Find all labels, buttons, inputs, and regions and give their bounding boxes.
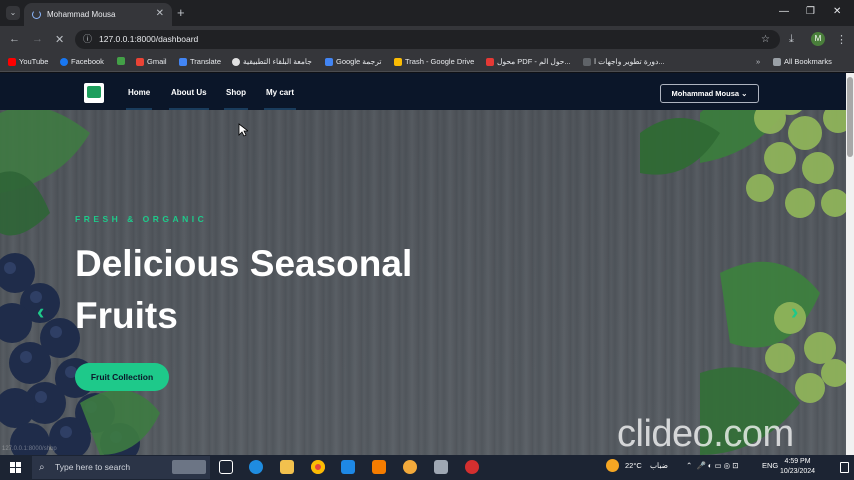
bookmark-item[interactable]: Google ترجمة	[325, 57, 382, 66]
bookmark-item[interactable]: YouTube	[8, 57, 48, 66]
facebook-icon	[60, 57, 68, 66]
task-view-icon[interactable]	[219, 460, 233, 474]
new-tab-icon[interactable]: +	[177, 5, 185, 20]
file-explorer-icon[interactable]	[280, 460, 294, 474]
nav-about-us[interactable]: About Us	[169, 88, 209, 110]
course-icon	[583, 57, 591, 66]
bookmark-item[interactable]: دورة تطوير واجهات ا...	[583, 57, 665, 66]
notifications-icon[interactable]	[840, 462, 849, 473]
vscode-icon[interactable]	[341, 460, 355, 474]
university-icon	[232, 57, 240, 66]
close-window-icon[interactable]: ✕	[833, 6, 841, 17]
tray-icons[interactable]: ⌃ 🎤 ◐ ▭ ◎ ⊡	[686, 461, 739, 470]
translate-icon	[179, 57, 187, 66]
bookmark-item[interactable]: محول PDF - حول الم...	[486, 57, 571, 66]
url-text: 127.0.0.1:8000/dashboard	[99, 34, 199, 44]
clock-time: 4:59 PM	[784, 458, 811, 465]
app-window-icon[interactable]	[434, 460, 448, 474]
search-icon: ⌕	[39, 462, 45, 473]
folder-icon	[773, 57, 781, 66]
edge-icon[interactable]	[249, 460, 263, 474]
minimize-icon[interactable]: —	[779, 6, 789, 17]
close-tab-icon[interactable]: ✕	[156, 8, 164, 19]
bookmark-star-icon[interactable]: ☆	[761, 30, 770, 49]
loading-icon	[32, 10, 41, 19]
google-drive-icon	[394, 57, 402, 66]
mouse-cursor-icon	[238, 123, 248, 137]
user-dropdown-button[interactable]: Mohammad Mousa ⌄	[660, 84, 759, 103]
scrollbar-thumb[interactable]	[847, 77, 853, 157]
hero-headline: Delicious Seasonal Fruits	[75, 238, 495, 342]
tab-title: Mohammad Mousa	[47, 10, 116, 19]
tab-search-button[interactable]: ⌄	[6, 6, 20, 20]
taskbar-clock[interactable]: 4:59 PM 10/23/2024	[780, 457, 815, 477]
nav-home[interactable]: Home	[125, 88, 153, 110]
weather-desc[interactable]: ضباب	[650, 461, 668, 470]
fruit-collection-button[interactable]: Fruit Collection	[75, 363, 169, 391]
bookmark-item[interactable]	[117, 57, 128, 65]
weather-icon[interactable]	[606, 459, 619, 472]
hero-headline-line-1: Delicious Seasonal	[75, 243, 413, 284]
carousel-next-icon[interactable]: ›	[791, 299, 798, 325]
web-page: Home About Us Shop My cart Mohammad Mous…	[0, 73, 846, 455]
profile-avatar[interactable]: M	[811, 32, 825, 46]
all-bookmarks[interactable]: All Bookmarks	[773, 57, 832, 66]
gmail-icon	[136, 57, 144, 66]
bookmark-item[interactable]: جامعة البلقاء التطبيقية	[232, 57, 312, 66]
stop-loading-icon[interactable]: ✕	[55, 33, 64, 46]
status-url: 127.0.0.1:8000/shop	[2, 446, 57, 452]
taskbar-search-placeholder: Type here to search	[55, 462, 131, 472]
recorder-icon[interactable]	[465, 460, 479, 474]
more-bookmarks-icon[interactable]: »	[756, 57, 760, 66]
back-icon[interactable]: ←	[9, 33, 20, 45]
page-scrollbar[interactable]	[846, 73, 854, 455]
pdf-icon	[486, 57, 494, 66]
forward-icon: →	[32, 33, 43, 45]
app-icon[interactable]	[403, 460, 417, 474]
google-translate-icon	[325, 57, 333, 66]
bookmark-favicon-icon	[117, 57, 125, 65]
nav-shop[interactable]: Shop	[224, 88, 248, 110]
site-navbar: Home About Us Shop My cart Mohammad Mous…	[0, 73, 846, 110]
nav-my-cart[interactable]: My cart	[263, 88, 297, 110]
youtube-icon	[8, 57, 16, 66]
clock-date: 10/23/2024	[780, 468, 816, 475]
cart-logo-icon	[87, 86, 101, 98]
xampp-icon[interactable]	[372, 460, 386, 474]
browser-tab[interactable]: Mohammad Mousa ✕	[24, 3, 172, 26]
windows-start-icon[interactable]	[10, 462, 21, 473]
weather-temp[interactable]: 22°C	[625, 461, 642, 470]
restore-icon[interactable]: ❐	[806, 6, 815, 17]
bookmark-item[interactable]: Trash - Google Drive	[394, 57, 474, 66]
bookmark-item[interactable]: Facebook	[60, 57, 104, 66]
download-icon[interactable]: ⤓	[789, 33, 794, 46]
carousel-prev-icon[interactable]: ‹	[37, 299, 44, 325]
bookmark-item[interactable]: Translate	[179, 57, 221, 66]
search-highlight-image	[172, 460, 206, 474]
chrome-icon[interactable]	[311, 460, 325, 474]
menu-kebab-icon[interactable]: ⋮	[836, 33, 847, 46]
site-logo[interactable]	[84, 83, 104, 103]
hero-kicker: FRESH & ORGANIC	[75, 214, 208, 224]
watermark: clideo.com	[617, 413, 794, 455]
address-bar[interactable]: ⓘ 127.0.0.1:8000/dashboard ☆	[75, 30, 780, 49]
hero-headline-line-2: Fruits	[75, 295, 178, 336]
site-info-icon[interactable]: ⓘ	[83, 30, 92, 49]
bookmark-item[interactable]: Gmail	[136, 57, 167, 66]
language-indicator[interactable]: ENG	[762, 461, 778, 470]
